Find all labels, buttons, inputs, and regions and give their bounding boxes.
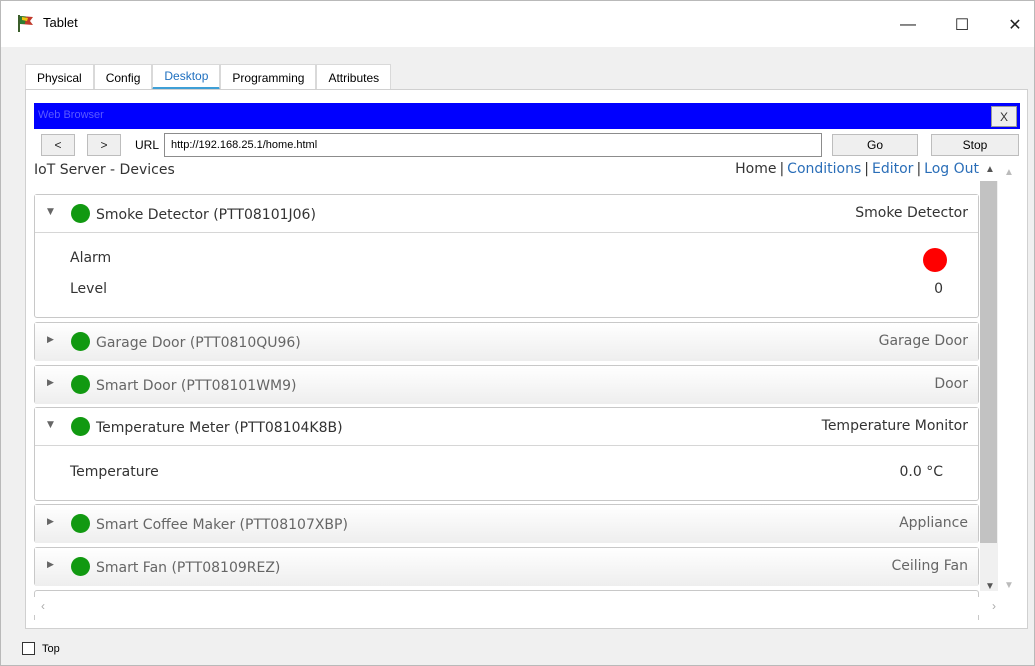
top-checkbox[interactable] (22, 642, 35, 655)
tab-attributes[interactable]: Attributes (316, 64, 392, 90)
status-dot-icon (71, 417, 90, 436)
device-type: Garage Door (878, 333, 968, 349)
maximize-button[interactable]: ☐ (939, 9, 985, 41)
browser-close-button[interactable]: X (991, 106, 1017, 127)
nav-home-link[interactable]: Home (735, 161, 776, 177)
device-name: Smart Door (PTT08101WM9) (96, 378, 297, 394)
nav-separator: | (779, 161, 785, 177)
device-type: Smoke Detector (855, 205, 968, 221)
property-label: Alarm (70, 250, 112, 266)
window-title: Tablet (43, 15, 78, 30)
device-header[interactable]: ▶ Smart Fan (PTT08109REZ) Ceiling Fan (35, 548, 978, 586)
device-card-temperature-meter: ▼ Temperature Meter (PTT08104K8B) Temper… (34, 407, 979, 501)
go-button[interactable]: Go (832, 134, 918, 156)
device-header[interactable]: ▶ Smart Coffee Maker (PTT08107XBP) Appli… (35, 505, 978, 543)
alarm-indicator-icon (923, 248, 947, 272)
browser-viewport: IoT Server - Devices Home | Conditions | Edi… (34, 158, 1019, 620)
app-icon (18, 15, 33, 32)
device-card-smart-coffee-maker[interactable]: ▶ Smart Coffee Maker (PTT08107XBP) Appli… (34, 504, 979, 543)
device-type: Temperature Monitor (821, 418, 968, 434)
collapsed-arrow-icon: ▶ (47, 335, 54, 345)
back-button[interactable]: < (41, 134, 75, 156)
status-dot-icon (71, 332, 90, 351)
property-label: Temperature (70, 464, 159, 480)
url-label: URL (135, 138, 160, 152)
status-dot-icon (71, 375, 90, 394)
nav-editor-link[interactable]: Editor (872, 161, 913, 177)
tab-desktop[interactable]: Desktop (152, 64, 221, 90)
device-name: Garage Door (PTT0810QU96) (96, 335, 301, 351)
tablet-window: Tablet — ☐ ✕ Physical Config Desktop Pro… (0, 0, 1035, 666)
top-navigation: Home | Conditions | Editor | Log Out (735, 161, 979, 177)
scroll-left-icon[interactable]: ‹ (41, 599, 45, 613)
device-name: Smart Coffee Maker (PTT08107XBP) (96, 517, 348, 533)
forward-button[interactable]: > (87, 134, 121, 156)
minimize-button[interactable]: — (885, 9, 931, 41)
collapsed-arrow-icon: ▶ (47, 517, 54, 527)
status-dot-icon (71, 204, 90, 223)
vertical-scrollbar[interactable] (980, 181, 998, 591)
nav-logout-link[interactable]: Log Out (924, 161, 979, 177)
scroll-right-icon[interactable]: › (992, 599, 996, 613)
horizontal-scrollbar[interactable]: ‹ › (34, 597, 1001, 615)
device-header[interactable]: ▶ Garage Door (PTT0810QU96) Garage Door (35, 323, 978, 361)
collapsed-arrow-icon: ▶ (47, 560, 54, 570)
device-header[interactable]: ▼ Smoke Detector (PTT08101J06) Smoke Det… (35, 195, 978, 233)
close-button[interactable]: ✕ (992, 9, 1035, 41)
device-body: Temperature 0.0 °C (35, 446, 978, 500)
device-header[interactable]: ▶ Smart Door (PTT08101WM9) Door (35, 366, 978, 404)
nav-conditions-link[interactable]: Conditions (787, 161, 861, 177)
outer-scroll-down-icon[interactable]: ▼ (1004, 580, 1014, 591)
collapsed-arrow-icon: ▶ (47, 378, 54, 388)
url-input[interactable] (164, 133, 822, 157)
web-browser-titlebar: Web Browser X (34, 103, 1020, 129)
tab-config[interactable]: Config (93, 64, 153, 90)
tab-strip: Physical Config Desktop Programming Attr… (25, 64, 392, 90)
status-dot-icon (71, 557, 90, 576)
device-card-smoke-detector: ▼ Smoke Detector (PTT08101J06) Smoke Det… (34, 194, 979, 318)
device-type: Appliance (899, 515, 968, 531)
property-value: 0 (934, 281, 943, 297)
property-label: Level (70, 281, 107, 297)
device-name: Smoke Detector (PTT08101J06) (96, 207, 316, 223)
title-bar[interactable]: Tablet — ☐ ✕ (1, 1, 1034, 47)
expanded-arrow-icon: ▼ (47, 207, 54, 217)
stop-button[interactable]: Stop (931, 134, 1019, 156)
scrollbar-thumb[interactable] (980, 181, 997, 543)
device-card-smart-door[interactable]: ▶ Smart Door (PTT08101WM9) Door (34, 365, 979, 404)
device-header[interactable]: ▼ Temperature Meter (PTT08104K8B) Temper… (35, 408, 978, 446)
outer-scroll-up-icon[interactable]: ▲ (1004, 167, 1014, 178)
scroll-down-icon[interactable]: ▼ (985, 581, 995, 592)
device-name: Smart Fan (PTT08109REZ) (96, 560, 281, 576)
top-checkbox-label: Top (42, 643, 60, 655)
property-value: 0.0 °C (899, 464, 944, 480)
nav-separator: | (864, 161, 869, 177)
status-dot-icon (71, 514, 90, 533)
nav-separator: | (916, 161, 922, 177)
device-name: Temperature Meter (PTT08104K8B) (96, 420, 343, 436)
device-type: Ceiling Fan (891, 558, 969, 574)
device-card-smart-fan[interactable]: ▶ Smart Fan (PTT08109REZ) Ceiling Fan (34, 547, 979, 586)
device-body: Alarm Level 0 (35, 233, 978, 317)
tab-physical[interactable]: Physical (25, 64, 94, 90)
scroll-up-icon[interactable]: ▲ (985, 164, 995, 175)
device-type: Door (934, 376, 968, 392)
expanded-arrow-icon: ▼ (47, 420, 54, 430)
page-title: IoT Server - Devices (34, 162, 175, 178)
web-browser-title: Web Browser (38, 109, 104, 121)
tab-programming[interactable]: Programming (220, 64, 317, 90)
device-card-garage-door[interactable]: ▶ Garage Door (PTT0810QU96) Garage Door (34, 322, 979, 361)
